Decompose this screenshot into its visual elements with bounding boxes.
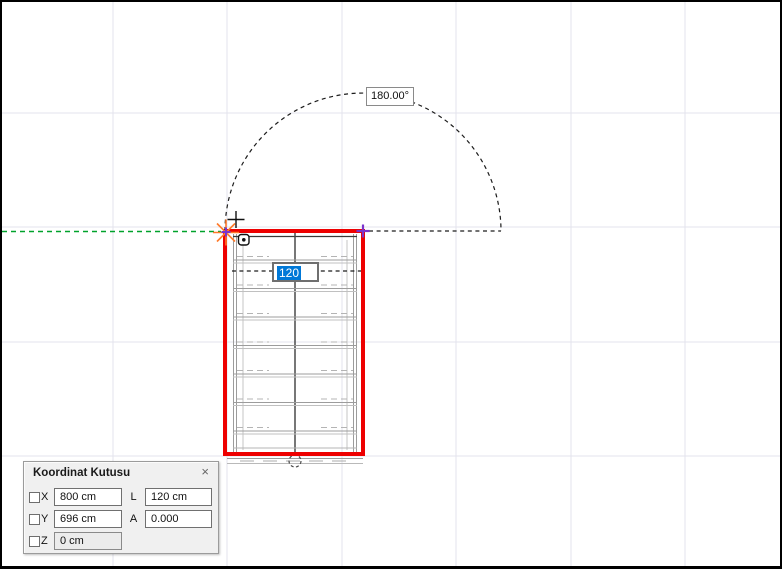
corner-marker-icon — [357, 225, 370, 238]
coordinate-row-y: Y 696 cm A 0.000 — [29, 510, 212, 528]
z-value-field: 0 cm — [54, 532, 122, 550]
length-input-selected-text: 120 — [277, 266, 301, 280]
coordinate-row-z: Z 0 cm — [29, 532, 122, 550]
close-icon[interactable]: × — [201, 465, 209, 478]
a-value-field[interactable]: 0.000 — [145, 510, 212, 528]
l-label: L — [122, 491, 145, 503]
x-label: X — [41, 491, 54, 503]
a-label: A — [122, 513, 145, 525]
y-value-field[interactable]: 696 cm — [54, 510, 122, 528]
coordinate-box-palette[interactable]: Koordinat Kutusu × X 800 cm L 120 cm Y 6… — [23, 461, 219, 554]
x-value-field[interactable]: 800 cm — [54, 488, 122, 506]
z-label: Z — [41, 535, 54, 547]
cad-window: 180.00° 120 Koordinat Kutusu × X 800 cm … — [0, 0, 782, 569]
y-lock-checkbox[interactable] — [29, 514, 40, 525]
angle-readout: 180.00° — [366, 87, 414, 106]
y-label: Y — [41, 513, 54, 525]
node-marker-icon — [239, 235, 250, 246]
cursor-crosshair-icon — [228, 211, 245, 228]
coordinate-row-x: X 800 cm L 120 cm — [29, 488, 212, 506]
x-lock-checkbox[interactable] — [29, 492, 40, 503]
angle-arc — [225, 93, 501, 231]
z-lock-checkbox[interactable] — [29, 536, 40, 547]
palette-title: Koordinat Kutusu — [33, 467, 130, 479]
stair-bottom-strip — [227, 459, 363, 464]
l-value-field[interactable]: 120 cm — [145, 488, 212, 506]
length-input[interactable]: 120 — [272, 262, 319, 282]
